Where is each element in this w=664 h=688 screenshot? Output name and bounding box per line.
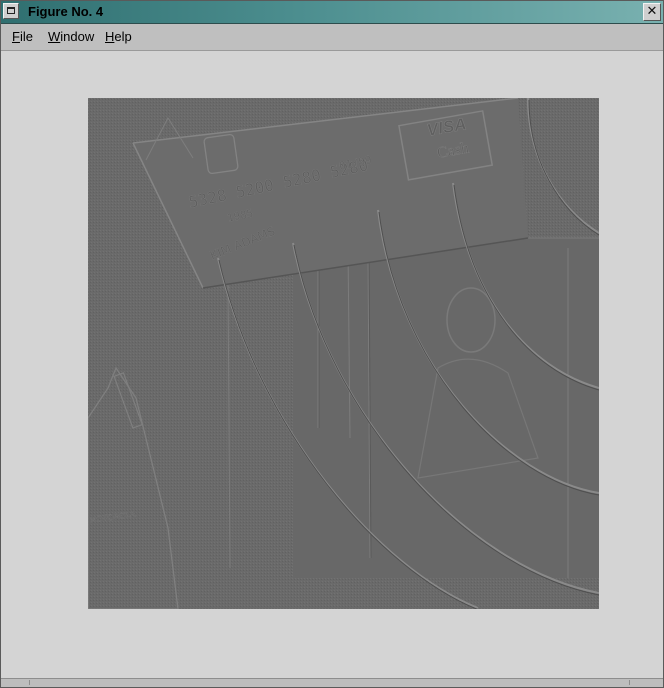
menu-window-mnemonic: W (48, 29, 61, 44)
close-button[interactable]: ✕ (643, 3, 661, 21)
figure-window: Figure No. 4 ✕ File Window Help 5328 520… (0, 0, 664, 688)
embossed-figure-image: 5328 5200 5280 5280 VISA Cash 1985 01/99… (88, 98, 599, 609)
window-title: Figure No. 4 (28, 4, 104, 19)
menu-file-mnemonic: F (12, 29, 20, 44)
menu-bar: File Window Help (1, 24, 663, 51)
status-separator (629, 680, 630, 685)
menu-window-label: indow (60, 29, 95, 44)
window-menu-icon (7, 7, 15, 14)
menu-help-label: elp (114, 29, 132, 44)
window-menu-button[interactable] (3, 3, 19, 19)
figure-canvas-area: 5328 5200 5280 5280 VISA Cash 1985 01/99… (1, 51, 663, 679)
menu-help-mnemonic: H (105, 29, 115, 44)
status-separator (29, 680, 30, 685)
menu-file[interactable]: File (12, 29, 33, 44)
status-bar (1, 678, 663, 687)
menu-help[interactable]: Help (105, 29, 132, 44)
close-icon: ✕ (646, 4, 658, 19)
photo-region (293, 238, 599, 578)
title-bar[interactable]: Figure No. 4 ✕ (1, 1, 663, 24)
menu-window[interactable]: Window (48, 29, 94, 44)
menu-file-label: ile (19, 29, 33, 44)
